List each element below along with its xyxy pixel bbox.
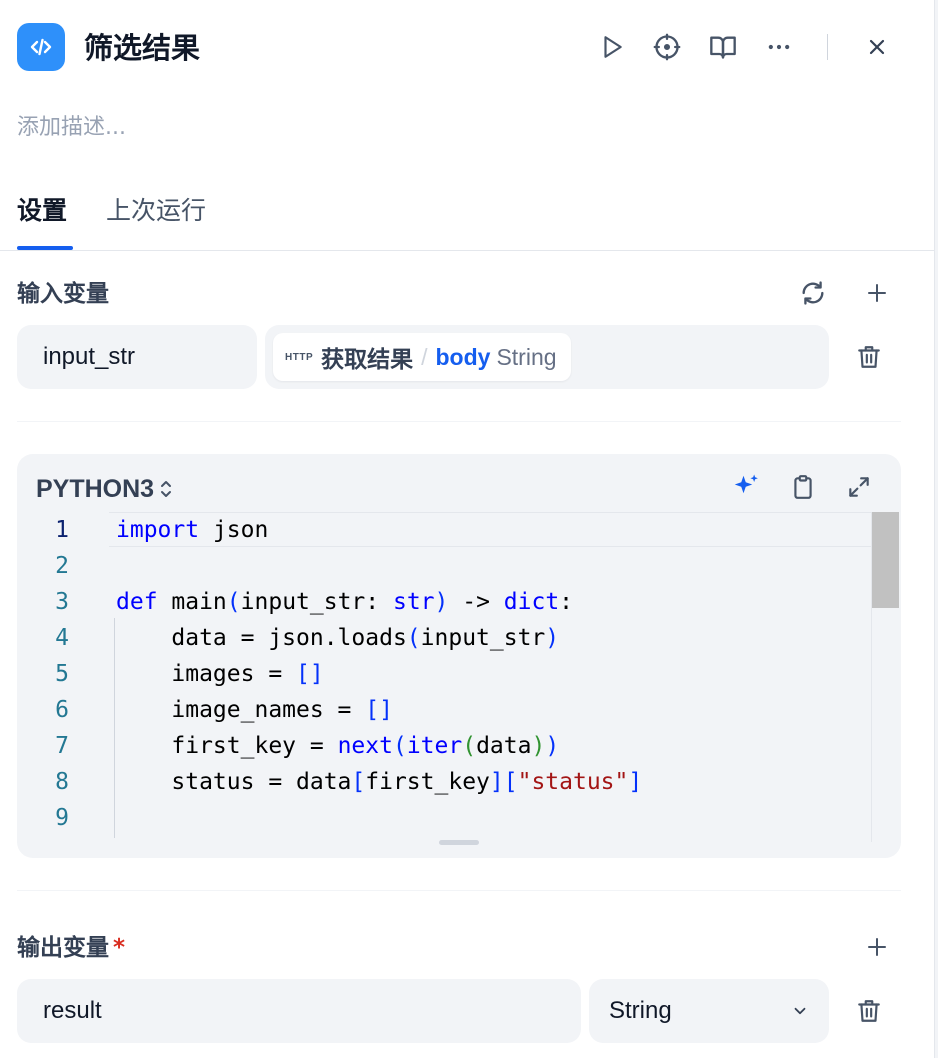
code-line: first_key = next(iter(data)) bbox=[116, 733, 560, 759]
panel-scrollbar[interactable] bbox=[934, 0, 938, 1058]
input-var-name-field[interactable]: input_str bbox=[17, 325, 257, 389]
variable-reference-chip[interactable]: HTTP 获取结果 / body String bbox=[273, 333, 571, 381]
code-icon bbox=[30, 38, 52, 56]
trash-icon bbox=[858, 1000, 880, 1022]
http-icon: HTTP bbox=[285, 351, 314, 363]
book-open-icon bbox=[710, 36, 736, 59]
code-line: data = json.loads(input_str) bbox=[116, 625, 560, 651]
line-number: 9 bbox=[55, 805, 69, 831]
line-number: 8 bbox=[55, 769, 69, 795]
tab-settings[interactable]: 设置 bbox=[17, 193, 67, 229]
output-var-name-field[interactable]: result bbox=[17, 979, 581, 1043]
line-number: 2 bbox=[55, 553, 69, 579]
tabs-divider bbox=[0, 250, 934, 251]
add-input-var-button[interactable] bbox=[857, 273, 897, 313]
copy-code-button[interactable] bbox=[783, 467, 823, 507]
section-divider bbox=[17, 421, 901, 422]
source-var-type: String bbox=[496, 343, 557, 370]
code-line: def main(input_str: str) -> dict: bbox=[116, 589, 574, 615]
line-number: 7 bbox=[55, 733, 69, 759]
clipboard-icon bbox=[794, 475, 812, 499]
line-number: 6 bbox=[55, 697, 69, 723]
editor-resize-handle[interactable] bbox=[439, 840, 479, 845]
refresh-icon bbox=[802, 281, 824, 305]
delete-input-var-button[interactable] bbox=[849, 337, 889, 377]
play-icon bbox=[604, 36, 622, 58]
source-node-name: 获取结果 bbox=[321, 347, 414, 373]
section-divider bbox=[17, 890, 901, 891]
expand-editor-button[interactable] bbox=[839, 467, 879, 507]
docs-button[interactable] bbox=[703, 27, 743, 67]
close-button[interactable] bbox=[857, 27, 897, 67]
line-number: 4 bbox=[55, 625, 69, 651]
delete-output-var-button[interactable] bbox=[849, 991, 889, 1031]
source-var-name: body bbox=[435, 343, 491, 370]
line-number: 1 bbox=[55, 517, 69, 543]
sync-vars-button[interactable] bbox=[793, 273, 833, 313]
chevron-updown-icon bbox=[161, 481, 172, 497]
ai-generate-button[interactable] bbox=[726, 467, 766, 507]
plus-icon bbox=[868, 284, 886, 302]
line-number: 3 bbox=[55, 589, 69, 615]
indent-guide bbox=[114, 618, 115, 838]
locate-button[interactable] bbox=[647, 27, 687, 67]
crosshair-icon bbox=[653, 33, 681, 61]
output-var-type-select[interactable]: String bbox=[589, 979, 829, 1043]
input-vars-label: 输入变量 bbox=[17, 281, 109, 307]
description-input[interactable]: 添加描述... bbox=[17, 112, 126, 144]
run-button[interactable] bbox=[592, 27, 632, 67]
output-vars-label: 输出变量 * bbox=[17, 932, 125, 964]
more-button[interactable] bbox=[759, 27, 799, 67]
trash-icon bbox=[858, 346, 880, 368]
code-editor[interactable]: PYTHON3 1 2 3 4 5 6 7 8 9 import json def… bbox=[17, 454, 901, 858]
close-icon bbox=[869, 39, 885, 55]
header-divider bbox=[827, 34, 828, 60]
expand-icon bbox=[849, 477, 869, 497]
code-line: import json bbox=[116, 517, 269, 543]
language-selector[interactable]: PYTHON3 bbox=[36, 472, 174, 506]
output-var-type-value: String bbox=[609, 997, 672, 1024]
sparkle-icon bbox=[734, 474, 758, 494]
reference-separator: / bbox=[421, 343, 428, 370]
output-vars-label-text: 输出变量 bbox=[17, 935, 109, 961]
plus-icon bbox=[868, 938, 886, 956]
editor-scrollbar-thumb[interactable] bbox=[872, 512, 899, 608]
code-line: images = [] bbox=[116, 661, 324, 687]
required-mark: * bbox=[113, 935, 126, 961]
node-logo bbox=[17, 23, 65, 71]
line-number: 5 bbox=[55, 661, 69, 687]
node-title[interactable]: 筛选结果 bbox=[84, 28, 200, 68]
chevron-down-icon bbox=[794, 1007, 806, 1015]
language-label: PYTHON3 bbox=[36, 475, 155, 503]
more-horizontal-icon bbox=[768, 44, 790, 50]
code-content[interactable]: 1 2 3 4 5 6 7 8 9 import json def main(in… bbox=[17, 512, 901, 842]
code-line: status = data[first_key]["status"] bbox=[116, 769, 643, 795]
input-var-reference-selector[interactable]: HTTP 获取结果 / body String bbox=[265, 325, 829, 389]
tab-last-run[interactable]: 上次运行 bbox=[106, 193, 206, 229]
code-line: image_names = [] bbox=[116, 697, 393, 723]
add-output-var-button[interactable] bbox=[857, 927, 897, 967]
